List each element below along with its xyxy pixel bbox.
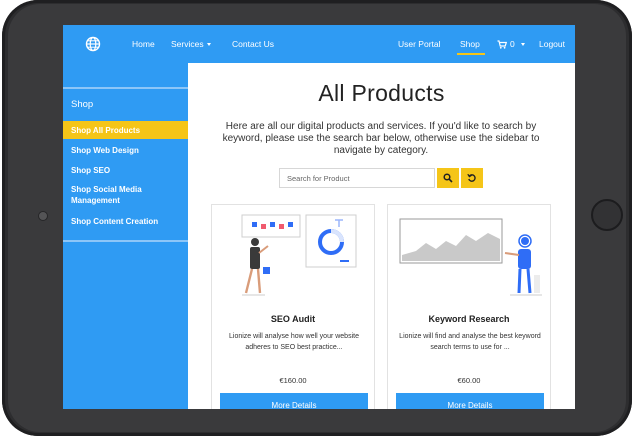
reset-search-button[interactable] xyxy=(461,168,483,188)
product-description: Lionize will find and analyse the best k… xyxy=(399,333,541,351)
product-card: Keyword Research Lionize will find and a… xyxy=(387,204,551,409)
more-details-button[interactable]: More Details xyxy=(396,393,544,409)
more-details-button[interactable]: More Details xyxy=(220,393,368,409)
product-title: SEO Audit xyxy=(270,314,316,324)
nav-contact[interactable]: Contact Us xyxy=(232,39,274,49)
nav-logout[interactable]: Logout xyxy=(539,39,565,49)
nav-services-dropdown[interactable]: Services xyxy=(171,39,211,49)
cart-count: 0 xyxy=(510,39,515,49)
sidebar-heading: Shop xyxy=(71,99,94,110)
chevron-down-icon xyxy=(206,43,211,47)
page-title: All Products xyxy=(318,80,445,106)
reset-icon xyxy=(467,173,476,182)
nav-cart-dropdown[interactable]: 0 xyxy=(497,39,525,49)
product-price: €60.00 xyxy=(457,376,481,385)
nav-services-label: Services xyxy=(171,39,204,49)
globe-icon[interactable] xyxy=(85,36,101,52)
keyword-research-illustration xyxy=(399,218,542,296)
sidebar-divider xyxy=(63,87,188,89)
sidebar: Shop Shop All Products Shop Web Design S… xyxy=(63,63,188,409)
sidebar-item-all-products[interactable]: Shop All Products xyxy=(63,121,188,139)
sidebar-divider xyxy=(63,240,188,242)
screen: Home Services Contact Us User Portal Sho… xyxy=(63,25,575,409)
nav-home[interactable]: Home xyxy=(132,39,155,49)
nav-user-portal[interactable]: User Portal xyxy=(398,39,441,49)
product-description: Lionize will analyse how well your websi… xyxy=(229,333,359,351)
sidebar-item-seo[interactable]: Shop SEO xyxy=(63,165,188,176)
sidebar-item-social-media[interactable]: Shop Social Media Management xyxy=(63,184,188,206)
search-icon xyxy=(443,173,453,183)
nav-shop[interactable]: Shop xyxy=(460,39,480,49)
search-input[interactable] xyxy=(279,168,435,188)
active-nav-indicator xyxy=(457,53,485,55)
sidebar-item-content-creation[interactable]: Shop Content Creation xyxy=(63,216,188,227)
chevron-down-icon xyxy=(520,42,525,46)
navbar: Home Services Contact Us User Portal Sho… xyxy=(63,25,575,63)
sidebar-item-web-design[interactable]: Shop Web Design xyxy=(63,145,188,156)
intro-text: Here are all our digital products and se… xyxy=(222,121,540,156)
cart-icon xyxy=(497,39,507,49)
product-title: Keyword Research xyxy=(428,314,510,324)
seo-audit-illustration xyxy=(241,214,357,296)
product-price: €160.00 xyxy=(279,376,307,385)
camera xyxy=(38,211,48,221)
home-button[interactable] xyxy=(591,199,623,231)
product-card: SEO Audit Lionize will analyse how well … xyxy=(211,204,375,409)
search-button[interactable] xyxy=(437,168,459,188)
